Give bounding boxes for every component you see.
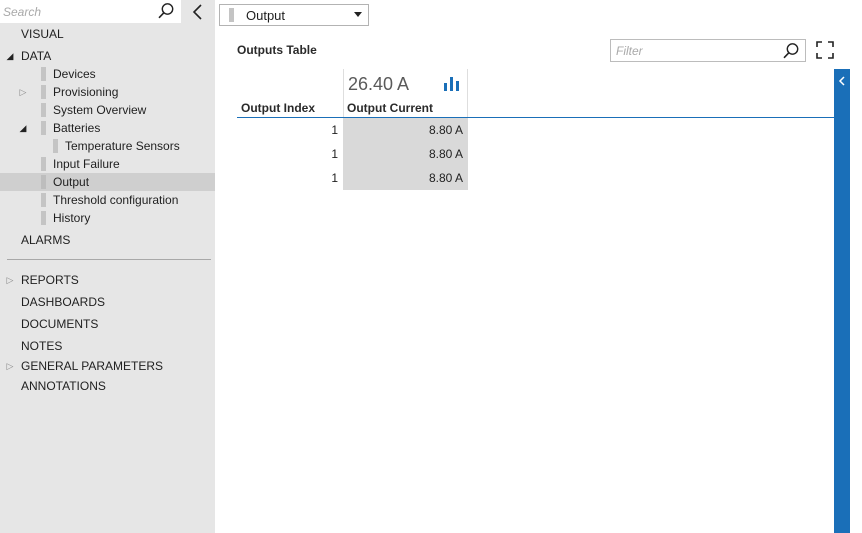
fullscreen-icon: [816, 41, 834, 59]
item-marker-icon: [229, 8, 234, 22]
nav-item-label: Provisioning: [53, 85, 119, 99]
search-input[interactable]: [3, 2, 153, 21]
cell-output-current: 8.80 A: [343, 166, 468, 190]
nav-item-general-parameters[interactable]: ▷ GENERAL PARAMETERS: [0, 357, 215, 375]
nav-item-label: Threshold configuration: [53, 193, 179, 207]
side-panel-toggle[interactable]: [834, 69, 850, 533]
item-marker-icon: [41, 193, 46, 207]
column-header-output-current[interactable]: Output Current: [347, 101, 433, 115]
search-icon[interactable]: [157, 2, 175, 20]
nav-item-label: ANNOTATIONS: [21, 379, 106, 393]
collapsed-icon[interactable]: ▷: [5, 271, 15, 289]
nav-item-label: NOTES: [21, 339, 63, 353]
nav-item-label: Output: [53, 175, 90, 189]
nav-item-label: Temperature Sensors: [65, 139, 180, 153]
nav-item-provisioning[interactable]: ▷ Provisioning: [0, 83, 215, 101]
cell-output-current: 8.80 A: [343, 142, 468, 166]
search-box: [0, 0, 181, 23]
cell-output-index: 1: [331, 123, 338, 137]
filter-box: [610, 39, 806, 62]
nav-item-label: Devices: [53, 67, 96, 81]
nav-item-reports[interactable]: ▷ REPORTS: [0, 271, 215, 289]
table-row[interactable]: 1 8.80 A: [237, 118, 468, 142]
expanded-icon[interactable]: ◢: [5, 47, 15, 65]
item-marker-icon: [53, 139, 58, 153]
nav-item-dashboards[interactable]: DASHBOARDS: [0, 293, 215, 311]
nav-item-data[interactable]: ◢ DATA: [0, 47, 215, 65]
nav-item-documents[interactable]: DOCUMENTS: [0, 315, 215, 333]
nav-item-label: System Overview: [53, 103, 147, 117]
sidebar-divider: [7, 259, 211, 260]
nav-item-label: DATA: [21, 49, 52, 63]
nav-item-label: Input Failure: [53, 157, 120, 171]
sidebar: VISUAL ◢ DATA Devices ▷ Provisioning Sys…: [0, 0, 215, 533]
nav-item-system-overview[interactable]: System Overview: [0, 101, 215, 119]
item-marker-icon: [41, 157, 46, 171]
nav-item-label: Batteries: [53, 121, 101, 135]
item-marker-icon: [41, 121, 46, 135]
nav-item-input-failure[interactable]: Input Failure: [0, 155, 215, 173]
column-header-output-index[interactable]: Output Index: [241, 101, 315, 115]
cell-output-index: 1: [331, 171, 338, 185]
nav-item-alarms[interactable]: ALARMS: [0, 231, 215, 249]
nav-item-notes[interactable]: NOTES: [0, 337, 215, 355]
nav-item-temperature-sensors[interactable]: Temperature Sensors: [0, 137, 215, 155]
collapsed-icon[interactable]: ▷: [18, 83, 28, 101]
collapse-sidebar-button[interactable]: [188, 2, 208, 22]
nav-item-label: GENERAL PARAMETERS: [21, 359, 164, 373]
table-title: Outputs Table: [237, 43, 317, 57]
item-marker-icon: [41, 85, 46, 99]
window-edge: [850, 0, 862, 533]
item-marker-icon: [41, 211, 46, 225]
nav-item-label: REPORTS: [21, 273, 79, 287]
collapsed-icon[interactable]: ▷: [5, 357, 15, 375]
nav-item-threshold-configuration[interactable]: Threshold configuration: [0, 191, 215, 209]
nav-item-visual[interactable]: VISUAL: [0, 25, 215, 43]
table-row[interactable]: 1 8.80 A: [237, 142, 468, 166]
dropdown-selected-label: Output: [246, 8, 286, 23]
expanded-icon[interactable]: ◢: [18, 119, 28, 137]
nav-item-label: DOCUMENTS: [21, 317, 99, 331]
nav-item-label: VISUAL: [21, 27, 64, 41]
bar-chart-icon[interactable]: [444, 77, 460, 91]
caret-down-icon: [354, 12, 362, 17]
item-marker-icon: [41, 175, 46, 189]
nav-item-history[interactable]: History: [0, 209, 215, 227]
nav-item-devices[interactable]: Devices: [0, 65, 215, 83]
search-icon[interactable]: [782, 42, 800, 60]
nav-item-output[interactable]: Output: [0, 173, 215, 191]
nav-item-label: History: [53, 211, 91, 225]
total-current-value: 26.40 A: [348, 74, 410, 94]
item-marker-icon: [41, 103, 46, 117]
view-select-dropdown[interactable]: Output: [219, 4, 369, 26]
nav-item-batteries[interactable]: ◢ Batteries: [0, 119, 215, 137]
cell-output-index: 1: [331, 147, 338, 161]
filter-input[interactable]: [616, 42, 776, 59]
fullscreen-button[interactable]: [816, 41, 834, 59]
item-marker-icon: [41, 67, 46, 81]
nav-item-annotations[interactable]: ANNOTATIONS: [0, 377, 215, 395]
nav-item-label: ALARMS: [21, 233, 71, 247]
chevron-left-icon: [838, 76, 845, 86]
table-row[interactable]: 1 8.80 A: [237, 166, 468, 190]
cell-output-current: 8.80 A: [343, 118, 468, 142]
nav-item-label: DASHBOARDS: [21, 295, 106, 309]
